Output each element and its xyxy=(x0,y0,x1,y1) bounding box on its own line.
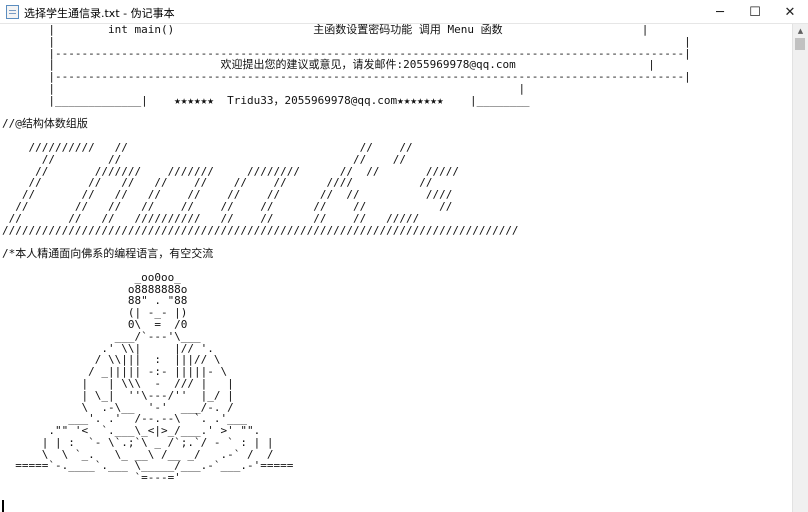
text-caret xyxy=(2,500,4,512)
title-bar: 选择学生通信录.txt - 伪记事本 ─ ☐ ✕ xyxy=(0,0,808,24)
document-text[interactable]: | int main() 主函数设置密码功能 调用 Menu 函数 | | | … xyxy=(0,24,792,484)
scroll-up-arrow-icon[interactable]: ▲ xyxy=(793,24,808,38)
notepad-icon xyxy=(6,5,19,19)
scrollbar-thumb[interactable] xyxy=(795,38,805,50)
text-editor-area[interactable]: | int main() 主函数设置密码功能 调用 Menu 函数 | | | … xyxy=(0,24,792,512)
window-title: 选择学生通信录.txt - 伪记事本 xyxy=(24,7,175,20)
close-button[interactable]: ✕ xyxy=(767,0,808,24)
vertical-scrollbar[interactable]: ▲ xyxy=(792,24,808,512)
